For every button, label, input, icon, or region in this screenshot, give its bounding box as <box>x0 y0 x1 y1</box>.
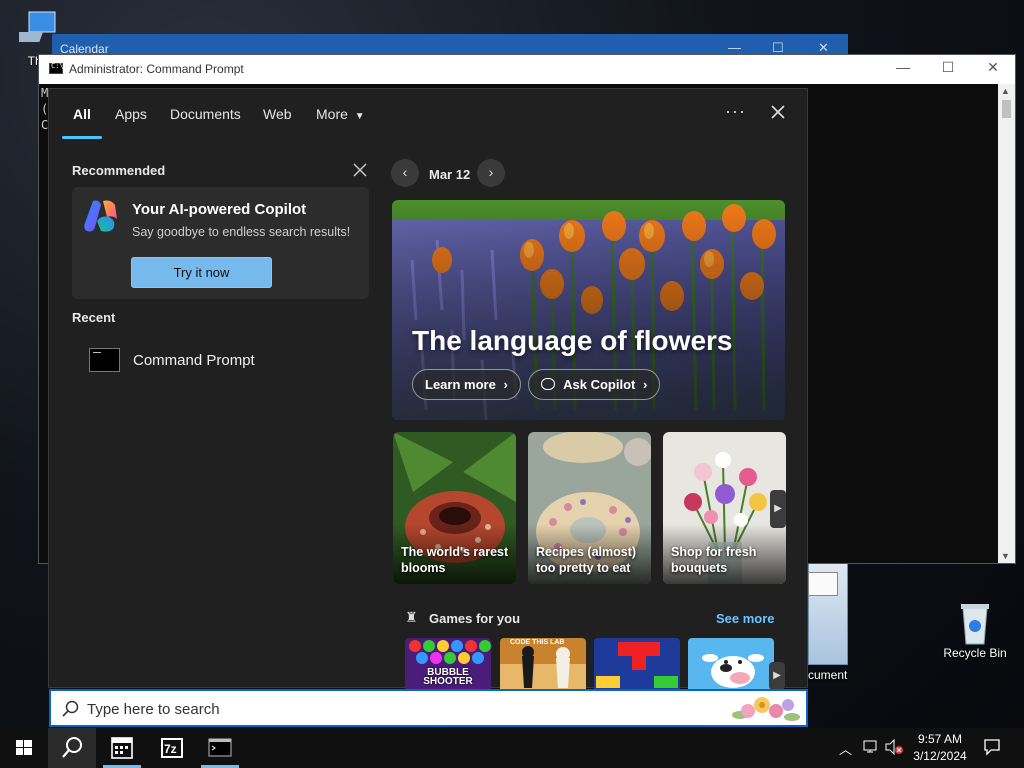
close-button[interactable]: ✕ <box>973 59 1013 79</box>
desktop-icon-document-label[interactable]: cument <box>808 668 847 682</box>
recent-heading: Recent <box>72 310 116 325</box>
caret-down-icon: ▼ <box>354 111 365 122</box>
card-caption: The world's rarest blooms <box>401 545 509 575</box>
system-clock[interactable]: 9:57 AM 3/12/2024 <box>900 731 980 765</box>
recycle-bin-icon <box>955 602 995 645</box>
tab-web[interactable]: Web <box>263 106 292 122</box>
next-day-button[interactable]: › <box>477 159 505 187</box>
clock-date: 3/12/2024 <box>913 749 967 763</box>
see-more-link[interactable]: See more <box>716 611 775 626</box>
recommended-heading: Recommended <box>72 163 166 178</box>
games-next-icon[interactable]: ▶ <box>769 662 785 690</box>
close-icon[interactable] <box>767 101 789 123</box>
ask-copilot-button[interactable]: Ask Copilot › <box>528 369 661 400</box>
calendar-icon <box>111 737 133 759</box>
game-tile-blocks[interactable] <box>594 638 680 690</box>
try-it-now-button[interactable]: Try it now <box>131 257 272 288</box>
copilot-logo-icon <box>83 199 119 233</box>
chevron-right-icon: › <box>503 377 508 392</box>
card-pretty-recipes[interactable]: Recipes (almost) too pretty to eat <box>528 432 651 584</box>
tetris-blocks-art <box>596 642 678 688</box>
cmd-title-bar[interactable]: Administrator: Command Prompt — ☐ ✕ <box>39 55 1015 84</box>
learn-more-button[interactable]: Learn more › <box>412 369 521 400</box>
chevron-right-icon: › <box>488 164 494 180</box>
highlight-date: Mar 12 <box>429 167 471 182</box>
7zip-icon: 7z <box>161 738 183 758</box>
card-caption: Recipes (almost) too pretty to eat <box>536 545 637 575</box>
maximize-button[interactable]: ☐ <box>928 59 968 79</box>
cards-next-icon[interactable]: ▶ <box>770 490 786 528</box>
chat-bubble-icon <box>541 378 555 390</box>
card-fresh-bouquets[interactable]: Shop for fresh bouquets <box>663 432 786 584</box>
tab-documents[interactable]: Documents <box>170 106 241 122</box>
clock-time: 9:57 AM <box>917 732 963 746</box>
chevron-right-icon: › <box>643 377 648 392</box>
taskbar-calendar-button[interactable] <box>98 728 146 768</box>
minimize-button[interactable]: — <box>883 59 923 79</box>
network-icon[interactable] <box>862 739 880 758</box>
chevron-left-icon: ‹ <box>402 164 408 180</box>
scroll-down-icon[interactable]: ▼ <box>1001 551 1010 561</box>
more-options-icon[interactable]: ··· <box>725 101 746 122</box>
copilot-card-title: Your AI-powered Copilot <box>132 201 307 218</box>
search-icon <box>62 737 82 758</box>
dismiss-recommended-icon[interactable] <box>352 162 368 178</box>
cmd-app-icon <box>49 62 64 74</box>
games-heading: Games for you <box>429 611 521 626</box>
tab-apps[interactable]: Apps <box>115 106 147 122</box>
command-prompt-icon <box>89 348 120 372</box>
scroll-up-icon[interactable]: ▲ <box>1001 86 1010 96</box>
start-button[interactable] <box>0 728 48 768</box>
show-hidden-icons-icon[interactable]: ︿ <box>839 739 852 758</box>
cmd-window-title: Administrator: Command Prompt <box>69 62 244 76</box>
search-icon <box>61 699 81 719</box>
desktop-icon-recycle-bin[interactable]: Recycle Bin <box>940 602 1010 660</box>
scrollbar-thumb[interactable] <box>1002 100 1011 118</box>
copilot-promo-card[interactable]: Your AI-powered Copilot Say goodbye to e… <box>72 187 369 299</box>
search-input[interactable] <box>87 697 687 721</box>
taskbar-search-box[interactable] <box>49 689 808 727</box>
previous-day-button[interactable]: ‹ <box>391 159 419 187</box>
svg-text:7z: 7z <box>164 742 177 756</box>
document-thumbnail <box>808 572 838 596</box>
taskbar-search-button[interactable] <box>48 728 96 768</box>
cow-cartoon-art <box>702 654 764 688</box>
active-tab-indicator <box>62 136 102 139</box>
notifications-icon[interactable] <box>983 738 1001 759</box>
taskbar-7zip-button[interactable]: 7z <box>148 728 196 768</box>
recent-item-command-prompt[interactable]: Command Prompt <box>73 339 373 383</box>
tab-all[interactable]: All <box>73 106 91 122</box>
search-tabs: All Apps Documents Web More ▼ ··· <box>49 89 807 141</box>
taskbar: 7z ︿ 9:57 AM 3/12/2024 <box>0 728 1024 768</box>
command-prompt-icon <box>208 738 232 757</box>
search-panel: All Apps Documents Web More ▼ ··· Recomm… <box>48 88 808 690</box>
cmd-scrollbar[interactable]: ▲ ▼ <box>998 84 1015 563</box>
game-tile-cow[interactable] <box>688 638 774 690</box>
game-tile-bubble-shooter[interactable]: BUBBLE SHOOTER <box>405 638 491 690</box>
hero-title: The language of flowers <box>412 325 733 356</box>
copilot-card-subtitle: Say goodbye to endless search results! <box>132 225 351 239</box>
flower-decoration-icon <box>730 693 802 725</box>
game-tile-code-this-lab[interactable]: CODE THIS LAB <box>500 638 586 690</box>
windows-logo-icon <box>16 740 32 755</box>
minimize-icon[interactable]: — <box>728 40 741 55</box>
card-rarest-blooms[interactable]: The world's rarest blooms <box>393 432 516 584</box>
hero-card[interactable]: The language of flowers Learn more › Ask… <box>392 200 785 420</box>
games-trophy-icon: ♜ <box>405 609 418 625</box>
taskbar-command-prompt-button[interactable] <box>196 728 244 768</box>
tab-more[interactable]: More ▼ <box>316 106 365 122</box>
card-caption: Shop for fresh bouquets <box>671 545 757 575</box>
